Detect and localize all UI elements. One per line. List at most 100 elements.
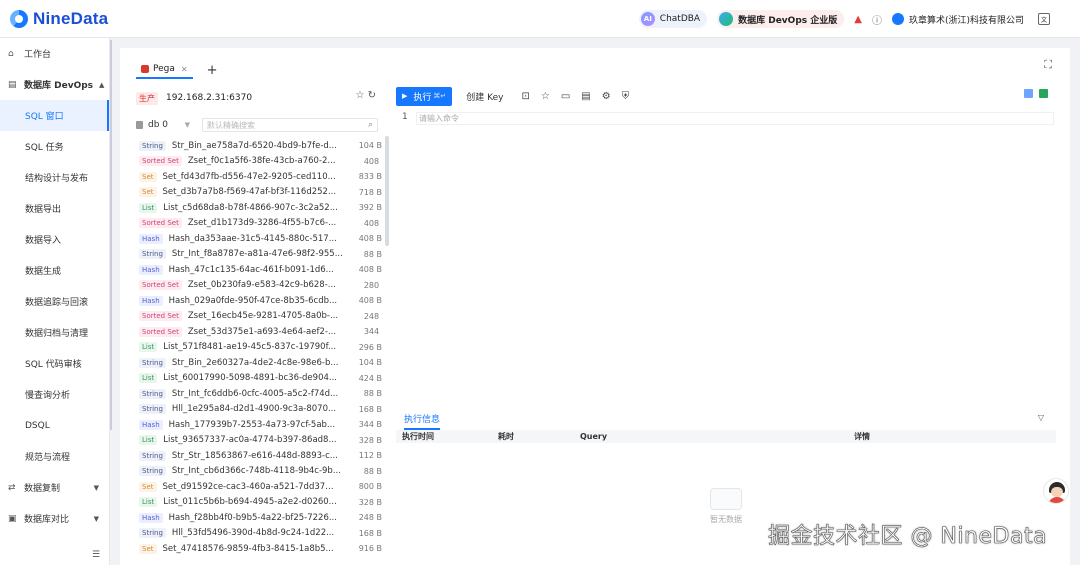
key-search-input[interactable]: 默认精确搜索 ⌕	[202, 118, 378, 132]
sidebar-item-workbench[interactable]: ⌂ 工作台	[0, 38, 109, 69]
db-select[interactable]: db 0 ▼	[136, 118, 198, 132]
key-list-scrollbar[interactable]	[385, 136, 389, 246]
list-item[interactable]: Sorted Set Zset_53d375e1-a693-4e64-aef2-.…	[136, 324, 382, 340]
key-name: Set_d3b7a7b8-f569-47af-bf3f-116d252...	[162, 187, 337, 198]
list-item[interactable]: Hash Hash_029a0fde-950f-47ce-8b35-6cdb...…	[136, 293, 382, 309]
sidebar-item-data-import[interactable]: 数据导入	[0, 224, 109, 255]
avatar[interactable]	[1043, 478, 1069, 504]
list-item[interactable]: List List_93657337-ac0a-4774-b397-86ad8..…	[136, 433, 382, 449]
sidebar-group-label: 数据复制	[24, 484, 61, 494]
edition-badge[interactable]: 数据库 DevOps 企业版	[717, 10, 845, 28]
chevron-down-icon: ▼	[93, 514, 99, 523]
collapse-icon[interactable]: ▽	[1038, 413, 1044, 422]
sidebar-item-slow-query[interactable]: 慢查询分析	[0, 379, 109, 410]
list-item[interactable]: String Hll_1e295a84-d2d1-4900-9c3a-8070..…	[136, 402, 382, 418]
list-item[interactable]: Set Set_fd43d7fb-d556-47e2-9205-ced110...…	[136, 169, 382, 185]
command-input[interactable]: 请输入命令	[416, 112, 1054, 125]
home-icon: ⌂	[8, 48, 14, 59]
sidebar-scrollbar[interactable]	[110, 40, 112, 430]
star-icon[interactable]: ☆	[355, 90, 364, 101]
key-type-badge: List	[139, 342, 158, 353]
key-name: List_93657337-ac0a-4774-b397-86ad8...	[163, 435, 337, 446]
key-name: Zset_f0c1a5f6-38fe-43cb-a760-2...	[187, 156, 336, 167]
exec-table-header: 执行时间 耗时 Query 详情	[396, 430, 1056, 443]
key-name: List_c5d68da8-b78f-4866-907c-3c2a52...	[163, 202, 338, 213]
list-item[interactable]: List List_571f8481-ae19-45c5-837c-19790f.…	[136, 340, 382, 356]
key-type-badge: String	[139, 388, 166, 399]
create-key-button[interactable]: 创建 Key	[466, 90, 503, 103]
edition-label: 数据库 DevOps 企业版	[738, 15, 838, 26]
layout-toggle-icon[interactable]	[1024, 89, 1033, 98]
list-item[interactable]: List List_011c5b6b-b694-4945-a2e2-d0260..…	[136, 495, 382, 511]
close-icon[interactable]: ✕	[181, 65, 188, 74]
list-item[interactable]: String Str_Bin_ae758a7d-6520-4bd9-b7fe-d.…	[136, 138, 382, 154]
key-type-badge: String	[139, 466, 166, 477]
avatar-face	[1051, 487, 1063, 497]
list-item[interactable]: List List_60017990-5098-4891-bc36-de904..…	[136, 371, 382, 387]
notification-icon[interactable]: ▲	[854, 14, 862, 25]
collapse-sidebar-icon[interactable]: ☰	[92, 550, 100, 560]
list-item[interactable]: Hash Hash_f28bb4f0-b9b5-4a22-bf25-7226...…	[136, 510, 382, 526]
sidebar-item-standards[interactable]: 规范与流程	[0, 441, 109, 472]
sidebar: ⌂ 工作台 ▤ 数据库 DevOps ▲ SQL 窗口 SQL 任务 结构设计与…	[0, 38, 110, 565]
chevron-down-icon: ▼	[93, 483, 99, 492]
sidebar-item-dsql[interactable]: DSQL	[0, 410, 109, 441]
organization-switcher[interactable]: 玖章算术(浙江)科技有限公司	[891, 13, 1024, 26]
key-type-badge: Set	[139, 481, 157, 492]
list-item[interactable]: String Hll_53fd5496-390d-4b8d-9c24-1d22..…	[136, 526, 382, 542]
list-item[interactable]: String Str_Bin_2e60327a-4de2-4c8e-98e6-b.…	[136, 355, 382, 371]
key-name: List_011c5b6b-b694-4945-a2e2-d0260...	[163, 497, 337, 508]
language-switch-icon[interactable]: 文	[1038, 13, 1050, 25]
list-item[interactable]: Hash Hash_177939b7-2553-4a73-97cf-5ab... 3…	[136, 417, 382, 433]
ai-icon: AI	[640, 12, 655, 26]
settings-icon[interactable]: ⚙	[602, 91, 611, 102]
sidebar-item-sql-task[interactable]: SQL 任务	[0, 131, 109, 162]
sidebar-item-sql-review[interactable]: SQL 代码审核	[0, 348, 109, 379]
run-label: 执行	[413, 92, 432, 103]
list-item[interactable]: Sorted Set Zset_d1b173d9-3286-4f55-b7c6-.…	[136, 216, 382, 232]
list-item[interactable]: Hash Hash_47c1c135-64ac-461f-b091-1d6... 4…	[136, 262, 382, 278]
history-icon[interactable]: ▤	[581, 91, 590, 102]
list-item[interactable]: Sorted Set Zset_f0c1a5f6-38fe-43cb-a760-2…	[136, 154, 382, 170]
list-item[interactable]: String Str_Str_18563867-e616-448d-8893-c.…	[136, 448, 382, 464]
sidebar-item-schema-design[interactable]: 结构设计与发布	[0, 162, 109, 193]
sidebar-group-compare[interactable]: ▣ 数据库对比 ▼	[0, 503, 109, 534]
excel-icon[interactable]	[1039, 89, 1048, 98]
fullscreen-icon[interactable]: ⛶	[1044, 58, 1052, 72]
chatdba-button[interactable]: AI ChatDBA	[638, 10, 708, 28]
add-tab-button[interactable]: +	[207, 63, 218, 78]
list-item[interactable]: String Str_Int_f8a8787e-a81a-47e6-98f2-95…	[136, 247, 382, 263]
help-icon[interactable]: ⓘ	[872, 12, 882, 27]
tab-exec-info[interactable]: 执行信息	[404, 412, 441, 430]
key-type-badge: Hash	[139, 295, 163, 306]
monitor-icon[interactable]: ⊡	[521, 91, 529, 102]
list-item[interactable]: String Str_Int_fc6ddb6-0cfc-4005-a5c2-f74…	[136, 386, 382, 402]
sidebar-item-label: SQL 任务	[25, 143, 64, 153]
list-item[interactable]: String Str_Int_cb6d366c-748b-4118-9b4c-9b…	[136, 464, 382, 480]
sidebar-item-sql-window[interactable]: SQL 窗口	[0, 100, 109, 131]
star-icon[interactable]: ☆	[541, 91, 550, 102]
tab-pega[interactable]: Pega ✕	[136, 61, 193, 79]
folder-icon[interactable]: ▭	[561, 91, 570, 102]
key-type-badge: Set	[139, 543, 157, 554]
list-item[interactable]: Sorted Set Zset_16ecb45e-9281-4705-8a0b-.…	[136, 309, 382, 325]
logo[interactable]: NineData	[10, 9, 108, 29]
shield-icon[interactable]: ⛨	[622, 91, 630, 102]
list-item[interactable]: Set Set_d3b7a7b8-f569-47af-bf3f-116d252..…	[136, 185, 382, 201]
list-item[interactable]: List List_c5d68da8-b78f-4866-907c-3c2a52.…	[136, 200, 382, 216]
sidebar-group-replication[interactable]: ⇄ 数据复制 ▼	[0, 472, 109, 503]
key-name: Set_47418576-9859-4fb3-8415-1a8b5...	[162, 543, 334, 554]
command-editor[interactable]: 1 请输入命令	[396, 112, 1056, 402]
list-item[interactable]: Set Set_d91592ce-cac3-460a-a521-7dd372...…	[136, 479, 382, 495]
key-size: 248 B	[358, 513, 382, 523]
run-button[interactable]: ▶ 执行 ⌘↵	[396, 86, 453, 106]
refresh-icon[interactable]: ↻	[368, 90, 376, 101]
sidebar-item-data-tracking[interactable]: 数据追踪与回滚	[0, 286, 109, 317]
sidebar-item-data-generate[interactable]: 数据生成	[0, 255, 109, 286]
list-item[interactable]: Sorted Set Zset_0b230fa9-e583-42c9-b628-.…	[136, 278, 382, 294]
sidebar-item-data-archive[interactable]: 数据归档与清理	[0, 317, 109, 348]
list-item[interactable]: Set Set_47418576-9859-4fb3-8415-1a8b5... 9…	[136, 541, 382, 557]
sidebar-item-data-export[interactable]: 数据导出	[0, 193, 109, 224]
sidebar-group-devops[interactable]: ▤ 数据库 DevOps ▲	[0, 69, 109, 100]
list-item[interactable]: Hash Hash_da353aae-31c5-4145-880c-517... 4…	[136, 231, 382, 247]
